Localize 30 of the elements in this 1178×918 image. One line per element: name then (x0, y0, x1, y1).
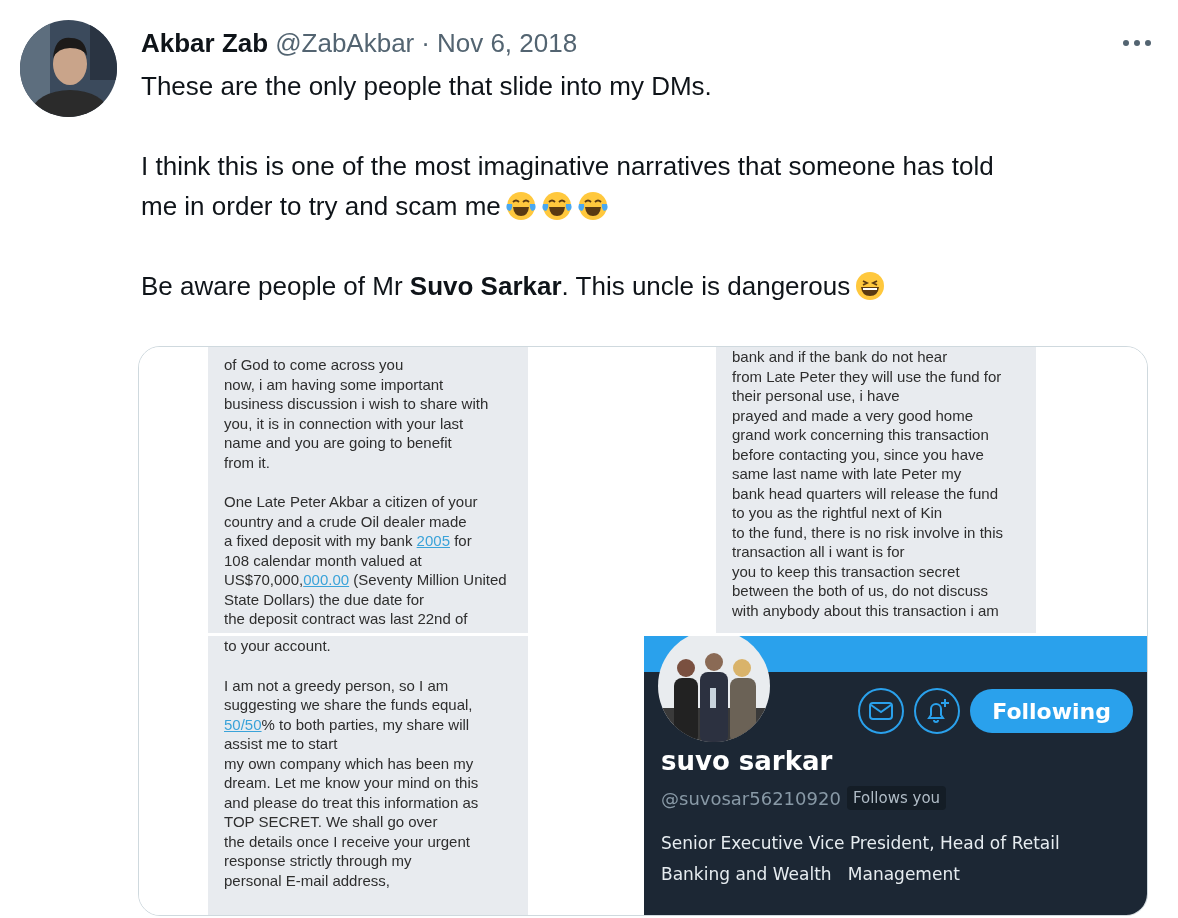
author-name[interactable]: Akbar Zab (141, 27, 269, 59)
following-button[interactable]: Following (970, 689, 1133, 733)
tweet-text: Be aware people of Mr Suvo Sarkar. This uncle is dangerous (141, 270, 851, 303)
author-handle[interactable]: @ZabAkbar (275, 27, 415, 59)
tweet-date[interactable]: Nov 6, 2018 (436, 27, 578, 59)
tweet-text: I think this is one of the most imaginative narratives that someone has told (141, 150, 994, 183)
message-link[interactable]: 000.00 (303, 571, 350, 588)
laughing-tears-emoji-icon (504, 190, 537, 222)
message-text: I am not a greedy person, so I am suggesting we share the funds equal, 50/50% to both parties, my share will assist me to start my own company which has been my dream. Let me know your mind on this and please do treat this information as TOP SECRET. We shall go over the details once I receive your urgent response strictly through my personal E-mail address, (224, 675, 480, 890)
profile-handle: @suvosar56210920 (661, 787, 841, 809)
message-text: One Late Peter Akbar a citizen of your country and a crude Oil dealer made a fixed deposit with my bank 2005 for 108 calendar month valued at US$70,000,000.00 (Seventy Million United State Dollars) the due date for the deposit contract was last 22nd of (224, 492, 508, 629)
profile-name: suvo sarkar (660, 745, 834, 776)
message-link[interactable]: 2005 (416, 532, 450, 549)
tweet-text: These are the only people that slide into my DMs. (141, 70, 712, 103)
message-text: bank and if the bank do not hear from Late Peter they will use the fund for their personal use, i have prayed and made a very good home grand work concerning this transaction before contacting you, since you have same last name with late Peter my bank head quarters will release the fund to you as the rightful next of Kin to the fund, there is no risk involve in this transaction all i want is for you to keep this transaction secret between the both of us, do not discuss with anybody about this transaction i am (732, 347, 1004, 620)
grinning-emoji-icon (854, 270, 887, 302)
message-link[interactable]: 50/50 (224, 715, 262, 733)
tweet-text: me in order to try and scam me (141, 190, 501, 223)
separator-dot: · (421, 27, 430, 59)
message-button[interactable] (858, 688, 905, 734)
more-options-icon[interactable] (1122, 39, 1152, 47)
notifications-button[interactable] (914, 688, 961, 734)
profile-bio: Senior Executive Vice President, Head of Retail Banking and Wealth Management (660, 832, 1061, 886)
message-text: of God to come across you now, i am having some important business discussion i wish to share with you, it is in connection with your last name and you are going to benefit from it. (224, 355, 490, 472)
follows-you-label: Follows you (846, 786, 947, 810)
laughing-tears-emoji-icon (540, 190, 573, 222)
envelope-icon (869, 702, 894, 720)
bell-plus-icon (924, 698, 951, 724)
laughing-tears-emoji-icon (576, 190, 609, 222)
message-text: to your account. (224, 636, 332, 656)
